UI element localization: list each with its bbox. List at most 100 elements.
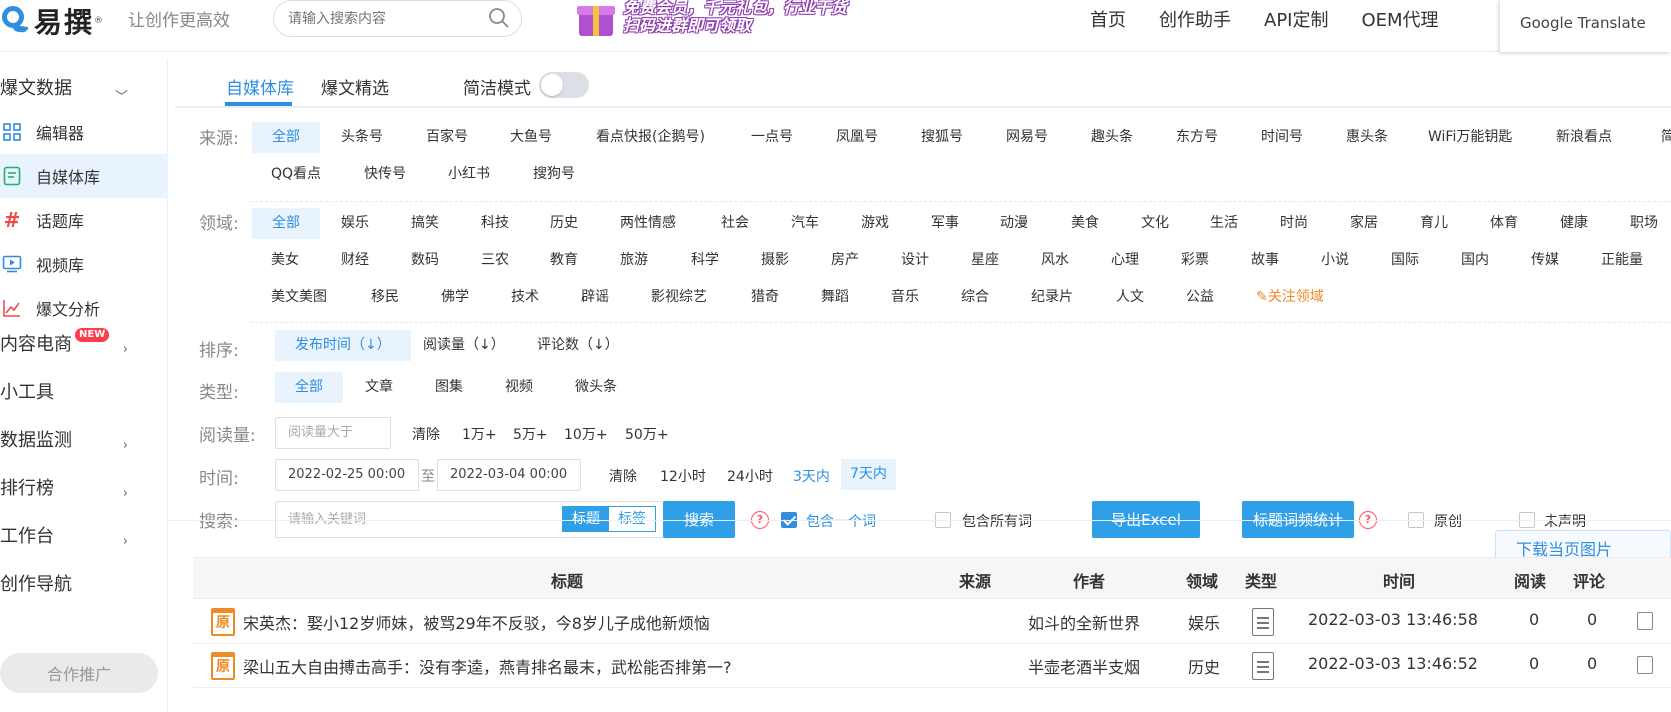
domain-chip[interactable]: 生活 bbox=[1210, 208, 1238, 239]
source-chip[interactable]: 看点快报(企鹅号) bbox=[596, 122, 705, 153]
time-option[interactable]: 3天内 bbox=[793, 466, 830, 486]
type-chip[interactable]: 文章 bbox=[345, 372, 413, 403]
promo-banner[interactable]: 免费会员，千元礼包，行业干货 扫码进群即可领取 bbox=[575, 0, 847, 38]
sidebar-group-ecommerce[interactable]: 内容电商 NEW › bbox=[0, 328, 168, 370]
read-option[interactable]: 1万+ bbox=[462, 424, 497, 444]
domain-chip[interactable]: 彩票 bbox=[1181, 245, 1209, 276]
simple-mode-toggle[interactable] bbox=[539, 72, 589, 98]
sort-chip[interactable]: 评论数（↓） bbox=[517, 330, 639, 361]
domain-chip[interactable]: 军事 bbox=[931, 208, 959, 239]
column-header[interactable]: 来源 bbox=[959, 568, 991, 592]
domain-chip[interactable]: 国内 bbox=[1461, 245, 1489, 276]
sidebar-group-baowen[interactable]: 爆文数据 ﹀ bbox=[0, 74, 168, 114]
domain-chip[interactable]: 职场 bbox=[1630, 208, 1658, 239]
source-chip[interactable]: 趣头条 bbox=[1091, 122, 1133, 153]
tab-selected[interactable]: 爆文精选 bbox=[321, 74, 389, 99]
domain-chip[interactable]: 综合 bbox=[961, 282, 989, 313]
domain-chip[interactable]: 文化 bbox=[1141, 208, 1169, 239]
table-row[interactable]: 原 宋英杰：娶小12岁师妹，被骂29年不反驳，今8岁儿子成他新烦恼 如斗的全新世… bbox=[193, 600, 1671, 644]
nav-oem[interactable]: OEM代理 bbox=[1361, 6, 1438, 32]
domain-chip[interactable]: 人文 bbox=[1116, 282, 1144, 313]
source-chip[interactable]: 全部 bbox=[252, 122, 320, 153]
sidebar-group-tools[interactable]: 小工具 bbox=[0, 378, 168, 418]
domain-chip[interactable]: 房产 bbox=[831, 245, 859, 276]
source-chip[interactable]: QQ看点 bbox=[271, 159, 321, 190]
undeclared-label[interactable]: 未声明 bbox=[1544, 511, 1586, 531]
article-author[interactable]: 如斗的全新世界 bbox=[1028, 610, 1140, 634]
domain-chip[interactable]: 影视综艺 bbox=[651, 282, 707, 313]
domain-chip[interactable]: 辟谣 bbox=[581, 282, 609, 313]
tab-media-lib[interactable]: 自媒体库 bbox=[226, 74, 294, 99]
article-title[interactable]: 宋英杰：娶小12岁师妹，被骂29年不反驳，今8岁儿子成他新烦恼 bbox=[243, 610, 710, 634]
domain-chip[interactable]: 健康 bbox=[1560, 208, 1588, 239]
domain-chip[interactable]: 教育 bbox=[550, 245, 578, 276]
domain-chip[interactable]: 社会 bbox=[721, 208, 749, 239]
time-option[interactable]: 24小时 bbox=[727, 466, 773, 486]
type-chip[interactable]: 微头条 bbox=[555, 372, 637, 403]
search-icon[interactable] bbox=[487, 6, 511, 30]
time-option[interactable]: 7天内 bbox=[841, 459, 896, 490]
sort-chip[interactable]: 发布时间（↓） bbox=[275, 330, 411, 361]
coop-promotion-button[interactable]: 合作推广 bbox=[0, 653, 158, 693]
domain-chip[interactable]: 设计 bbox=[901, 245, 929, 276]
domain-chip[interactable]: 美文美图 bbox=[271, 282, 327, 313]
global-search-input[interactable] bbox=[288, 10, 478, 27]
domain-chip[interactable]: 猎奇 bbox=[751, 282, 779, 313]
source-chip[interactable]: 大鱼号 bbox=[510, 122, 552, 153]
domain-chip[interactable]: 三农 bbox=[481, 245, 509, 276]
domain-chip[interactable]: 搞笑 bbox=[411, 208, 439, 239]
contains-one-label[interactable]: 包含一个词 bbox=[806, 511, 876, 531]
source-chip[interactable]: 一点号 bbox=[751, 122, 793, 153]
column-header[interactable]: 阅读 bbox=[1514, 568, 1546, 592]
sidebar-group-workbench[interactable]: 工作台 › bbox=[0, 522, 168, 562]
nav-api[interactable]: API定制 bbox=[1264, 6, 1328, 32]
column-header[interactable]: 类型 bbox=[1245, 568, 1277, 592]
read-option[interactable]: 10万+ bbox=[564, 424, 608, 444]
google-translate-widget[interactable]: Google Translate bbox=[1500, 0, 1671, 52]
global-search[interactable] bbox=[273, 0, 522, 37]
domain-chip[interactable]: 摄影 bbox=[761, 245, 789, 276]
domain-chip[interactable]: 正能量 bbox=[1601, 245, 1643, 276]
domain-chip[interactable]: 音乐 bbox=[891, 282, 919, 313]
domain-chip[interactable]: 技术 bbox=[511, 282, 539, 313]
domain-chip[interactable]: 体育 bbox=[1490, 208, 1518, 239]
time-option[interactable]: 12小时 bbox=[660, 466, 706, 486]
source-chip[interactable]: 时间号 bbox=[1261, 122, 1303, 153]
source-chip[interactable]: 新浪看点 bbox=[1556, 122, 1612, 153]
domain-chip[interactable]: 家居 bbox=[1350, 208, 1378, 239]
domain-chip[interactable]: 动漫 bbox=[1000, 208, 1028, 239]
type-chip[interactable]: 全部 bbox=[275, 372, 343, 403]
domain-chip[interactable]: 旅游 bbox=[620, 245, 648, 276]
seg-tag[interactable]: 标签 bbox=[609, 507, 655, 531]
domain-chip[interactable]: 公益 bbox=[1186, 282, 1214, 313]
read-option[interactable]: 5万+ bbox=[513, 424, 548, 444]
sidebar-group-ranking[interactable]: 排行榜 › bbox=[0, 474, 168, 514]
domain-chip[interactable]: 时尚 bbox=[1280, 208, 1308, 239]
source-chip[interactable]: 惠头条 bbox=[1346, 122, 1388, 153]
follow-domain-link[interactable]: ✎关注领域 bbox=[1256, 282, 1324, 313]
domain-chip[interactable]: 全部 bbox=[252, 208, 320, 239]
nav-creation-assistant[interactable]: 创作助手 bbox=[1159, 6, 1231, 32]
source-chip[interactable]: 网易号 bbox=[1006, 122, 1048, 153]
article-author[interactable]: 半壶老酒半支烟 bbox=[1028, 654, 1140, 678]
domain-chip[interactable]: 两性情感 bbox=[620, 208, 676, 239]
domain-chip[interactable]: 美女 bbox=[271, 245, 299, 276]
table-row[interactable]: 原 梁山五大自由搏击高手：没有李逵，燕青排名最末，武松能否排第一? 半壶老酒半支… bbox=[193, 644, 1671, 688]
read-clear[interactable]: 清除 bbox=[412, 424, 440, 444]
column-header[interactable]: 时间 bbox=[1383, 568, 1415, 592]
edit-icon[interactable] bbox=[1637, 656, 1653, 674]
source-chip[interactable]: 小红书 bbox=[448, 159, 490, 190]
source-chip[interactable]: 东方号 bbox=[1176, 122, 1218, 153]
domain-chip[interactable]: 佛学 bbox=[441, 282, 469, 313]
original-label[interactable]: 原创 bbox=[1434, 511, 1462, 531]
sidebar-group-monitoring[interactable]: 数据监测 › bbox=[0, 426, 168, 466]
domain-chip[interactable]: 移民 bbox=[371, 282, 399, 313]
sidebar-item-media-lib[interactable]: 自媒体库 bbox=[0, 154, 168, 198]
sidebar-item-video-lib[interactable]: 视频库 bbox=[0, 242, 168, 286]
domain-chip[interactable]: 娱乐 bbox=[341, 208, 369, 239]
domain-chip[interactable]: 心理 bbox=[1111, 245, 1139, 276]
source-chip[interactable]: WiFi万能钥匙 bbox=[1428, 122, 1512, 153]
time-to-input[interactable]: 2022-03-04 00:00 bbox=[437, 459, 581, 491]
source-chip[interactable]: 百家号 bbox=[426, 122, 468, 153]
type-chip[interactable]: 图集 bbox=[415, 372, 483, 403]
